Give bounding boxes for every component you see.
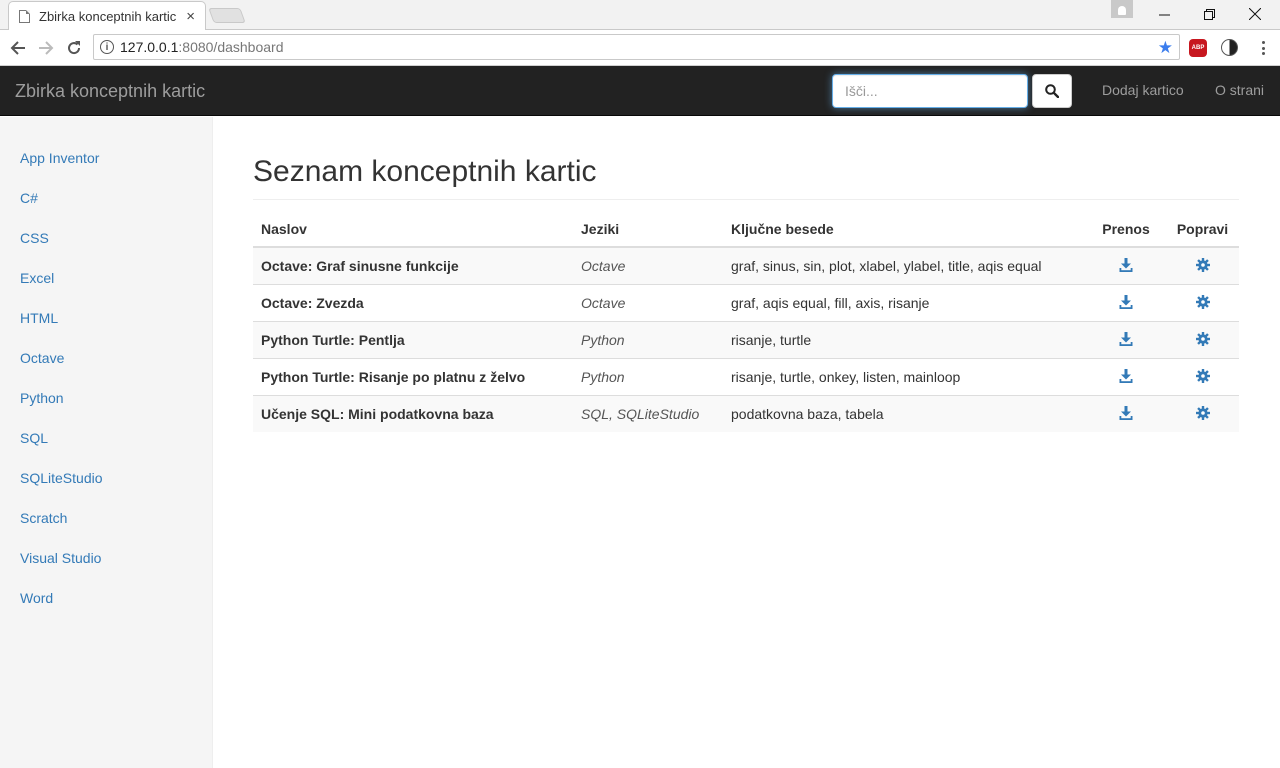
- column-header-prenos: Prenos: [1086, 211, 1166, 248]
- profile-icon[interactable]: [1111, 0, 1133, 18]
- search-button[interactable]: [1032, 74, 1072, 108]
- row-keywords: podatkovna baza, tabela: [723, 394, 1086, 432]
- row-keywords: risanje, turtle: [723, 320, 1086, 358]
- row-languages: Python: [573, 320, 723, 358]
- table-row: Python Turtle: Risanje po platnu z želvo…: [253, 357, 1239, 395]
- row-keywords: risanje, turtle, onkey, listen, mainloop: [723, 357, 1086, 395]
- sidebar-item-csharp[interactable]: C#: [20, 190, 38, 206]
- table-header-row: Naslov Jeziki Ključne besede Prenos Popr…: [253, 211, 1239, 248]
- cards-table: Naslov Jeziki Ključne besede Prenos Popr…: [253, 211, 1239, 432]
- address-bar[interactable]: i 127.0.0.1:8080/dashboard ★: [93, 34, 1180, 60]
- url-path: :8080/dashboard: [178, 39, 284, 55]
- page-title: Seznam konceptnih kartic: [253, 155, 597, 188]
- adblock-icon[interactable]: ABP: [1189, 39, 1207, 57]
- sidebar-item-excel[interactable]: Excel: [20, 270, 54, 286]
- search-form: [832, 74, 1072, 108]
- sidebar-item-word[interactable]: Word: [20, 590, 53, 606]
- browser-tab[interactable]: Zbirka konceptnih kartic ×: [8, 1, 206, 30]
- search-icon: [1045, 84, 1059, 98]
- brand[interactable]: Zbirka konceptnih kartic: [15, 81, 205, 102]
- nav-about[interactable]: O strani: [1215, 82, 1264, 98]
- row-edit-cell: [1166, 394, 1239, 432]
- back-icon[interactable]: [7, 37, 29, 59]
- column-header-naslov: Naslov: [253, 211, 573, 248]
- sidebar-item-css[interactable]: CSS: [20, 230, 49, 246]
- row-download-cell: [1086, 357, 1166, 395]
- new-tab-button[interactable]: [208, 8, 246, 23]
- row-languages: Python: [573, 357, 723, 395]
- search-input[interactable]: [832, 74, 1028, 108]
- row-edit-cell: [1166, 283, 1239, 321]
- bookmark-star-icon[interactable]: ★: [1158, 38, 1173, 58]
- row-languages: Octave: [573, 283, 723, 321]
- sidebar-item-sql[interactable]: SQL: [20, 430, 48, 446]
- sidebar-item-octave[interactable]: Octave: [20, 350, 64, 366]
- download-icon[interactable]: [1118, 294, 1134, 310]
- sidebar: App Inventor C# CSS Excel HTML Octave Py…: [0, 117, 213, 768]
- row-languages: Octave: [581, 257, 626, 274]
- url-host: 127.0.0.1: [120, 39, 179, 55]
- sidebar-item-visual-studio[interactable]: Visual Studio: [20, 550, 101, 566]
- row-title[interactable]: Python Turtle: Pentlja: [253, 320, 573, 358]
- table-row: Python Turtle: Pentlja Python risanje, tur…: [253, 320, 1239, 358]
- sidebar-item-sqlitestudio[interactable]: SQLiteStudio: [20, 470, 103, 486]
- sidebar-item-html[interactable]: HTML: [20, 310, 58, 326]
- column-header-popravi: Popravi: [1166, 211, 1239, 248]
- minimize-icon[interactable]: [1154, 4, 1174, 24]
- download-icon[interactable]: [1118, 331, 1134, 347]
- row-edit-cell: [1166, 320, 1239, 358]
- row-download-cell: [1086, 283, 1166, 321]
- row-download-cell: [1086, 394, 1166, 432]
- row-title[interactable]: Octave: Zvezda: [253, 283, 573, 321]
- table-row: Octave: Zvezda Octave graf, aqis equal, fi…: [253, 283, 1239, 321]
- row-download-cell: [1086, 247, 1166, 284]
- browser-menu-icon[interactable]: [1256, 39, 1270, 57]
- download-icon[interactable]: [1118, 405, 1134, 421]
- nav-add-card[interactable]: Dodaj kartico: [1102, 82, 1184, 98]
- gear-icon[interactable]: [1195, 368, 1211, 384]
- row-title[interactable]: Python Turtle: Risanje po platnu z želvo: [253, 357, 573, 395]
- app-navbar: Zbirka konceptnih kartic Dodaj kartico O…: [0, 66, 1280, 116]
- tab-close-icon[interactable]: ×: [186, 8, 195, 25]
- restore-icon[interactable]: [1199, 4, 1219, 24]
- row-edit-cell: [1166, 357, 1239, 395]
- row-title[interactable]: Učenje SQL: Mini podatkovna baza: [253, 394, 573, 432]
- browser-toolbar: i 127.0.0.1:8080/dashboard ★ ABP: [0, 30, 1280, 66]
- contrast-extension-icon[interactable]: [1221, 39, 1238, 56]
- reload-icon[interactable]: [63, 37, 85, 59]
- row-download-cell: [1086, 320, 1166, 358]
- row-keywords: graf, sinus, sin, plot, xlabel, ylabel, …: [731, 257, 1042, 274]
- download-icon[interactable]: [1118, 257, 1134, 273]
- browser-tabstrip: Zbirka konceptnih kartic ×: [0, 0, 1280, 30]
- column-header-jeziki: Jeziki: [573, 211, 723, 248]
- row-edit-cell: [1166, 247, 1239, 284]
- info-icon[interactable]: i: [100, 40, 114, 54]
- sidebar-item-scratch[interactable]: Scratch: [20, 510, 67, 526]
- gear-icon[interactable]: [1195, 257, 1211, 273]
- close-window-icon[interactable]: [1245, 4, 1265, 24]
- table-row: Octave: Graf sinusne funkcije Octave graf,…: [253, 247, 1239, 284]
- row-title[interactable]: Octave: Graf sinusne funkcije: [253, 247, 573, 284]
- sidebar-item-python[interactable]: Python: [20, 390, 64, 406]
- row-keywords: graf, aqis equal, fill, axis, risanje: [723, 283, 1086, 321]
- page-icon: [19, 9, 30, 23]
- row-languages: SQL, SQLiteStudio: [573, 394, 723, 432]
- gear-icon[interactable]: [1195, 294, 1211, 310]
- sidebar-item-app-inventor[interactable]: App Inventor: [20, 150, 99, 166]
- column-header-kljucne-besede: Ključne besede: [723, 211, 1086, 248]
- gear-icon[interactable]: [1195, 405, 1211, 421]
- title-divider: [253, 199, 1239, 200]
- tab-title: Zbirka konceptnih kartic: [39, 8, 177, 24]
- gear-icon[interactable]: [1195, 331, 1211, 347]
- forward-icon[interactable]: [35, 37, 57, 59]
- download-icon[interactable]: [1118, 368, 1134, 384]
- table-row: Učenje SQL: Mini podatkovna baza SQL, SQL…: [253, 394, 1239, 432]
